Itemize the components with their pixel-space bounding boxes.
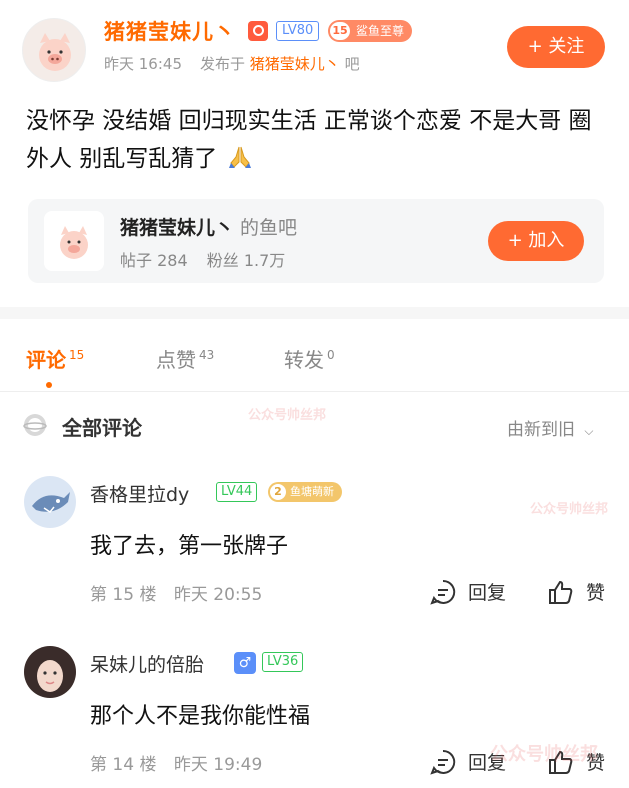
reply-label: 回复: [468, 582, 507, 604]
comment-meta: 第 15 楼 昨天 20:55: [90, 580, 274, 605]
tab-comments-count: 15: [69, 348, 85, 363]
published-in-label: 发布于: [200, 55, 246, 73]
tab-shares-count: 0: [327, 348, 335, 363]
tab-likes-label: 点赞: [156, 348, 196, 372]
user-fan-badge: 2 鱼塘萌新: [268, 482, 342, 502]
tab-comments-label: 评论: [26, 348, 66, 372]
forum-posts: 帖子 284: [120, 251, 188, 270]
search-badge-icon: [248, 21, 268, 41]
tab-comments[interactable]: 评论 15: [26, 344, 84, 373]
join-button[interactable]: + 加入: [488, 221, 584, 261]
user-avatar[interactable]: [24, 646, 76, 698]
user-level-badge: LV44: [216, 482, 258, 502]
fan-text: 鱼塘萌新: [290, 485, 334, 498]
comment-floor: 第 14 楼: [90, 755, 157, 775]
tab-bar: 评论 15 点赞 43 转发 0: [0, 330, 629, 392]
active-tab-indicator: [46, 382, 52, 388]
tab-shares-label: 转发: [284, 348, 324, 372]
author-name[interactable]: 猪猪莹妹儿丶: [104, 16, 236, 46]
watermark: 公众号帅丝邦: [248, 408, 327, 423]
author-fan-badge: 15 鲨鱼至尊: [328, 20, 413, 42]
forum-title: 猪猪莹妹儿丶: [120, 217, 235, 239]
fan-badge-level: 15: [330, 22, 350, 40]
follow-button[interactable]: + 关注: [507, 26, 605, 68]
fan-level: 2: [270, 484, 286, 500]
forum-name: 猪猪莹妹儿丶 的鱼吧: [120, 213, 297, 240]
comment-meta: 第 14 楼 昨天 19:49: [90, 750, 274, 775]
source-bar-link[interactable]: 猪猪莹妹儿丶: [250, 55, 340, 73]
post-header: 猪猪莹妹儿丶 LV80 15 鲨鱼至尊 昨天 16:45 发布于 猪猪莹妹儿丶 …: [0, 0, 629, 90]
fan-badge-text: 鲨鱼至尊: [356, 24, 405, 38]
author-avatar[interactable]: [22, 18, 86, 82]
reply-icon: [430, 579, 456, 605]
tab-likes[interactable]: 点赞 43: [156, 344, 214, 373]
comment-time: 昨天 19:49: [173, 755, 263, 775]
tab-likes-count: 43: [199, 348, 215, 363]
sort-label: 由新到旧: [507, 420, 575, 440]
comment-text: 我了去，第一张牌子: [90, 534, 289, 559]
thumbs-up-icon: [549, 580, 573, 604]
post-source: 发布于 猪猪莹妹儿丶 吧: [200, 53, 360, 74]
tab-shares[interactable]: 转发 0: [284, 344, 335, 373]
comment-bubble-icon: [23, 414, 47, 436]
comment-text: 那个人不是我你能性福: [90, 704, 311, 729]
forum-stats: 帖子 284 粉丝 1.7万: [120, 247, 299, 271]
user-avatar[interactable]: [24, 476, 76, 528]
user-level-badge: LV36: [262, 652, 304, 672]
like-button[interactable]: 赞: [548, 578, 605, 605]
reply-button[interactable]: 回复: [430, 578, 506, 605]
reply-icon: [430, 749, 456, 775]
like-label: 赞: [586, 582, 606, 604]
gender-male-icon: ♂: [234, 652, 256, 674]
watermark: 公众号帅丝邦: [490, 744, 598, 765]
comment-time: 昨天 20:55: [173, 585, 263, 605]
forum-suffix: 的鱼吧: [240, 217, 298, 239]
comment-floor: 第 15 楼: [90, 585, 157, 605]
comment-item: 香格里拉dy LV44 2 鱼塘萌新 我了去，第一张牌子 第 15 楼 昨天 2…: [0, 470, 629, 620]
forum-avatar: [44, 211, 104, 271]
post-time: 昨天 16:45: [104, 55, 182, 73]
post-text: 没怀孕 没结婚 回归现实生活 正常谈个恋爱 不是大哥 圈外人 别乱写乱猜了: [26, 108, 592, 172]
watermark: 公众号帅丝邦: [530, 502, 609, 517]
sort-dropdown[interactable]: 由新到旧 ⌵: [507, 415, 594, 440]
comment-username[interactable]: 呆妹儿的倍胎: [90, 650, 204, 677]
girl-avatar-icon: [24, 646, 76, 698]
forum-fans: 粉丝 1.7万: [206, 251, 286, 270]
section-divider: [0, 307, 629, 319]
pray-emoji-icon: [228, 146, 251, 168]
pig-avatar-icon: [39, 33, 71, 71]
author-level-badge: LV80: [276, 21, 320, 41]
forum-card[interactable]: 猪猪莹妹儿丶 的鱼吧 帖子 284 粉丝 1.7万 + 加入: [28, 199, 604, 283]
shark-avatar-icon: [32, 492, 70, 514]
source-bar-suffix: 吧: [344, 55, 360, 73]
post-content: 没怀孕 没结婚 回归现实生活 正常谈个恋爱 不是大哥 圈外人 别乱写乱猜了: [26, 102, 606, 178]
pig-forum-icon: [60, 226, 88, 259]
comments-title: 全部评论: [62, 416, 142, 440]
chevron-down-icon: ⌵: [584, 424, 594, 438]
comment-username[interactable]: 香格里拉dy: [90, 480, 189, 507]
